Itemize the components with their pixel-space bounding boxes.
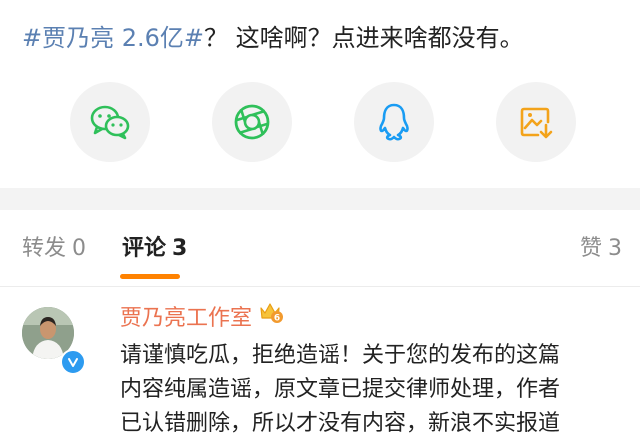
- tab-repost[interactable]: 转发 0: [22, 234, 86, 264]
- active-tab-indicator: [120, 274, 180, 279]
- qq-icon: [377, 102, 411, 142]
- comment-line: 请谨慎吃瓜，拒绝造谣！关于您的发布的这篇: [120, 343, 561, 368]
- post-text: #贾乃亮 2.6亿#？ 这啥啊？点进来啥都没有。: [22, 18, 524, 58]
- comment-line: 内容纯属造谣，原文章已提交律师处理，作者: [120, 377, 561, 402]
- vip-level: 6: [274, 314, 280, 324]
- tab-comments-count: 3: [172, 236, 188, 261]
- save-image-button[interactable]: [496, 82, 576, 162]
- save-image-icon: [518, 104, 554, 140]
- tab-bar: 转发 0 评论 3 赞3: [0, 210, 640, 287]
- vip-crown-icon: 6: [258, 300, 284, 334]
- share-moments-button[interactable]: [212, 82, 292, 162]
- share-wechat-button[interactable]: [70, 82, 150, 162]
- comment-text: 请谨慎吃瓜，拒绝造谣！关于您的发布的这篇 内容纯属造谣，原文章已提交律师处理，作…: [120, 339, 632, 441]
- comment-line: 已认错删除，所以才没有内容，新浪不实报道: [120, 411, 561, 436]
- share-qq-button[interactable]: [354, 82, 434, 162]
- tab-likes-count: 3: [608, 236, 622, 261]
- wechat-icon: [90, 104, 130, 140]
- section-divider: [0, 188, 640, 210]
- topic-link[interactable]: #贾乃亮 2.6亿#: [22, 24, 204, 52]
- post-body: ？ 这啥啊？点进来啥都没有。: [204, 24, 524, 52]
- share-row: [0, 82, 640, 162]
- tab-likes[interactable]: 赞3: [580, 234, 622, 264]
- wechat-moments-icon: [233, 103, 271, 141]
- verified-badge-icon: [60, 349, 86, 375]
- comment-item: 贾乃亮工作室 6 请谨慎吃瓜，拒绝造谣！关于您的发布的这篇 内容纯属造谣，原文章…: [0, 287, 640, 445]
- tab-repost-count: 0: [72, 236, 87, 261]
- username-text: 贾乃亮工作室: [120, 306, 253, 331]
- tab-repost-label: 转发: [22, 236, 67, 261]
- comment-username[interactable]: 贾乃亮工作室 6: [120, 303, 284, 335]
- tab-likes-label: 赞: [579, 236, 602, 261]
- tab-comments-label: 评论: [122, 236, 167, 261]
- tab-comments[interactable]: 评论 3: [122, 234, 187, 264]
